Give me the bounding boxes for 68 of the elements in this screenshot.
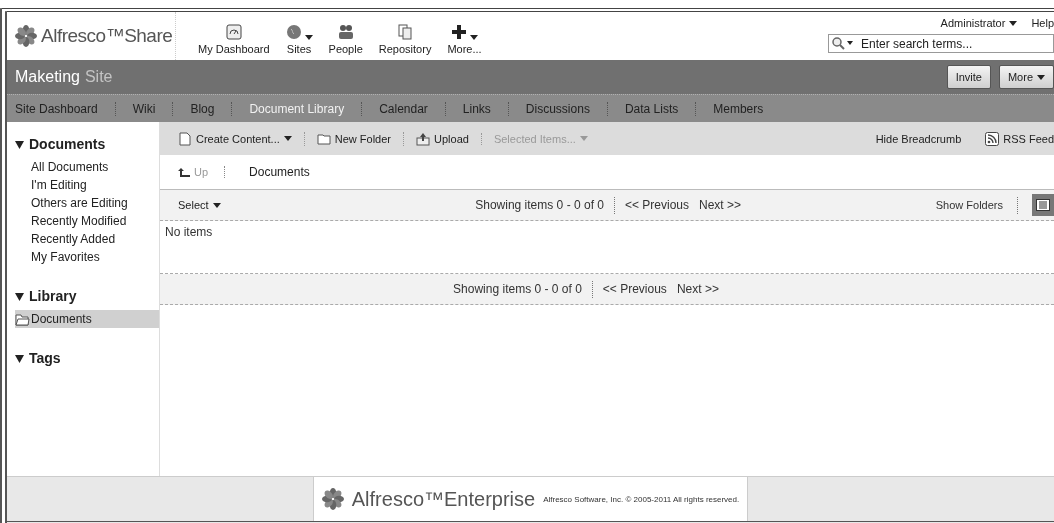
site-nav-tab[interactable]: Site Dashboard — [15, 101, 115, 116]
search-field[interactable]: Enter search terms... — [828, 34, 1054, 53]
app-nav-link[interactable]: People — [328, 24, 363, 55]
toolbar-button[interactable]: Upload — [403, 131, 481, 146]
breadcrumb-path: Documents — [248, 165, 310, 179]
previous-link[interactable]: << Previous — [625, 198, 690, 212]
filter-link[interactable]: My Favorites — [7, 248, 159, 266]
folder-tree-item[interactable]: Documents — [15, 310, 159, 328]
filter-link[interactable]: Recently Added — [7, 230, 159, 248]
user-menu[interactable]: Administrator — [940, 17, 1018, 29]
detailed-view-button[interactable] — [1032, 194, 1054, 216]
caret-icon — [1009, 20, 1018, 26]
list-view-icon — [1036, 199, 1050, 211]
app-nav-link[interactable]: More... — [447, 24, 482, 55]
previous-link[interactable]: << Previous — [602, 282, 667, 296]
filter-link[interactable]: Others are Editing — [7, 194, 159, 212]
site-title: Maketing Site — [15, 68, 113, 86]
caret-icon — [212, 202, 221, 208]
app-nav-link[interactable]: Repository — [378, 24, 432, 55]
site-nav-tab[interactable]: Links — [444, 101, 508, 116]
document-icon — [178, 131, 192, 146]
next-link[interactable]: Next >> — [676, 282, 719, 296]
app-nav-link[interactable]: Sites — [285, 24, 313, 55]
plus-icon — [451, 24, 467, 40]
toolbar-link[interactable]: RSS Feed — [961, 131, 1054, 146]
folder-icon — [15, 312, 30, 326]
app-nav-link[interactable]: My Dashboard — [198, 24, 270, 55]
rss-icon — [985, 131, 1000, 146]
toolbar-button[interactable]: New Folder — [303, 131, 404, 146]
flower-logo-icon — [321, 488, 344, 510]
site-nav-tab[interactable]: Data Lists — [606, 101, 696, 116]
site-nav-tab[interactable]: Wiki — [114, 101, 173, 116]
expand-triangle-icon[interactable] — [15, 139, 24, 149]
section-title: Library — [29, 288, 77, 304]
flower-logo-icon — [15, 25, 37, 47]
section-title: Documents — [29, 136, 106, 152]
filter-link[interactable]: All Documents — [7, 158, 159, 176]
search-icon[interactable] — [832, 37, 854, 50]
section-title: Tags — [29, 350, 61, 366]
brand-logo-text: Alfresco™Share — [41, 25, 173, 47]
item-count: Showing items 0 - 0 of 0 — [453, 282, 582, 296]
site-button[interactable]: More — [998, 65, 1054, 89]
site-button[interactable]: Invite — [946, 65, 991, 89]
show-folders-link[interactable]: Show Folders — [935, 199, 1003, 211]
upload-icon — [416, 131, 431, 146]
gauge-icon — [225, 24, 242, 40]
site-nav-tab[interactable]: Calendar — [361, 101, 445, 116]
toolbar-button[interactable]: Create Content... — [178, 131, 304, 146]
next-link[interactable]: Next >> — [699, 198, 742, 212]
site-nav-tab[interactable]: Members — [695, 101, 781, 116]
item-count: Showing items 0 - 0 of 0 — [475, 198, 604, 212]
copyright-text: Alfresco Software, Inc. © 2005-2011 All rights reserved. — [543, 494, 740, 504]
footer-logo-text: Alfresco™Enterprise — [351, 487, 536, 511]
expand-triangle-icon[interactable] — [15, 291, 24, 301]
documents-icon — [397, 24, 414, 40]
filter-link[interactable]: I'm Editing — [7, 176, 159, 194]
toolbar-link[interactable]: Hide Breadcrumb — [851, 132, 962, 145]
people-icon — [337, 24, 354, 40]
filter-link[interactable]: Recently Modified — [7, 212, 159, 230]
up-arrow-icon — [178, 167, 190, 177]
globe-icon — [285, 24, 302, 40]
site-nav-tab[interactable]: Discussions — [507, 101, 607, 116]
folder-icon — [316, 131, 331, 146]
select-menu[interactable]: Select — [178, 199, 221, 211]
empty-message: No items — [165, 225, 213, 239]
help-link[interactable]: Help — [1031, 17, 1054, 29]
expand-triangle-icon[interactable] — [15, 353, 24, 363]
site-nav-tab[interactable]: Blog — [172, 101, 232, 116]
